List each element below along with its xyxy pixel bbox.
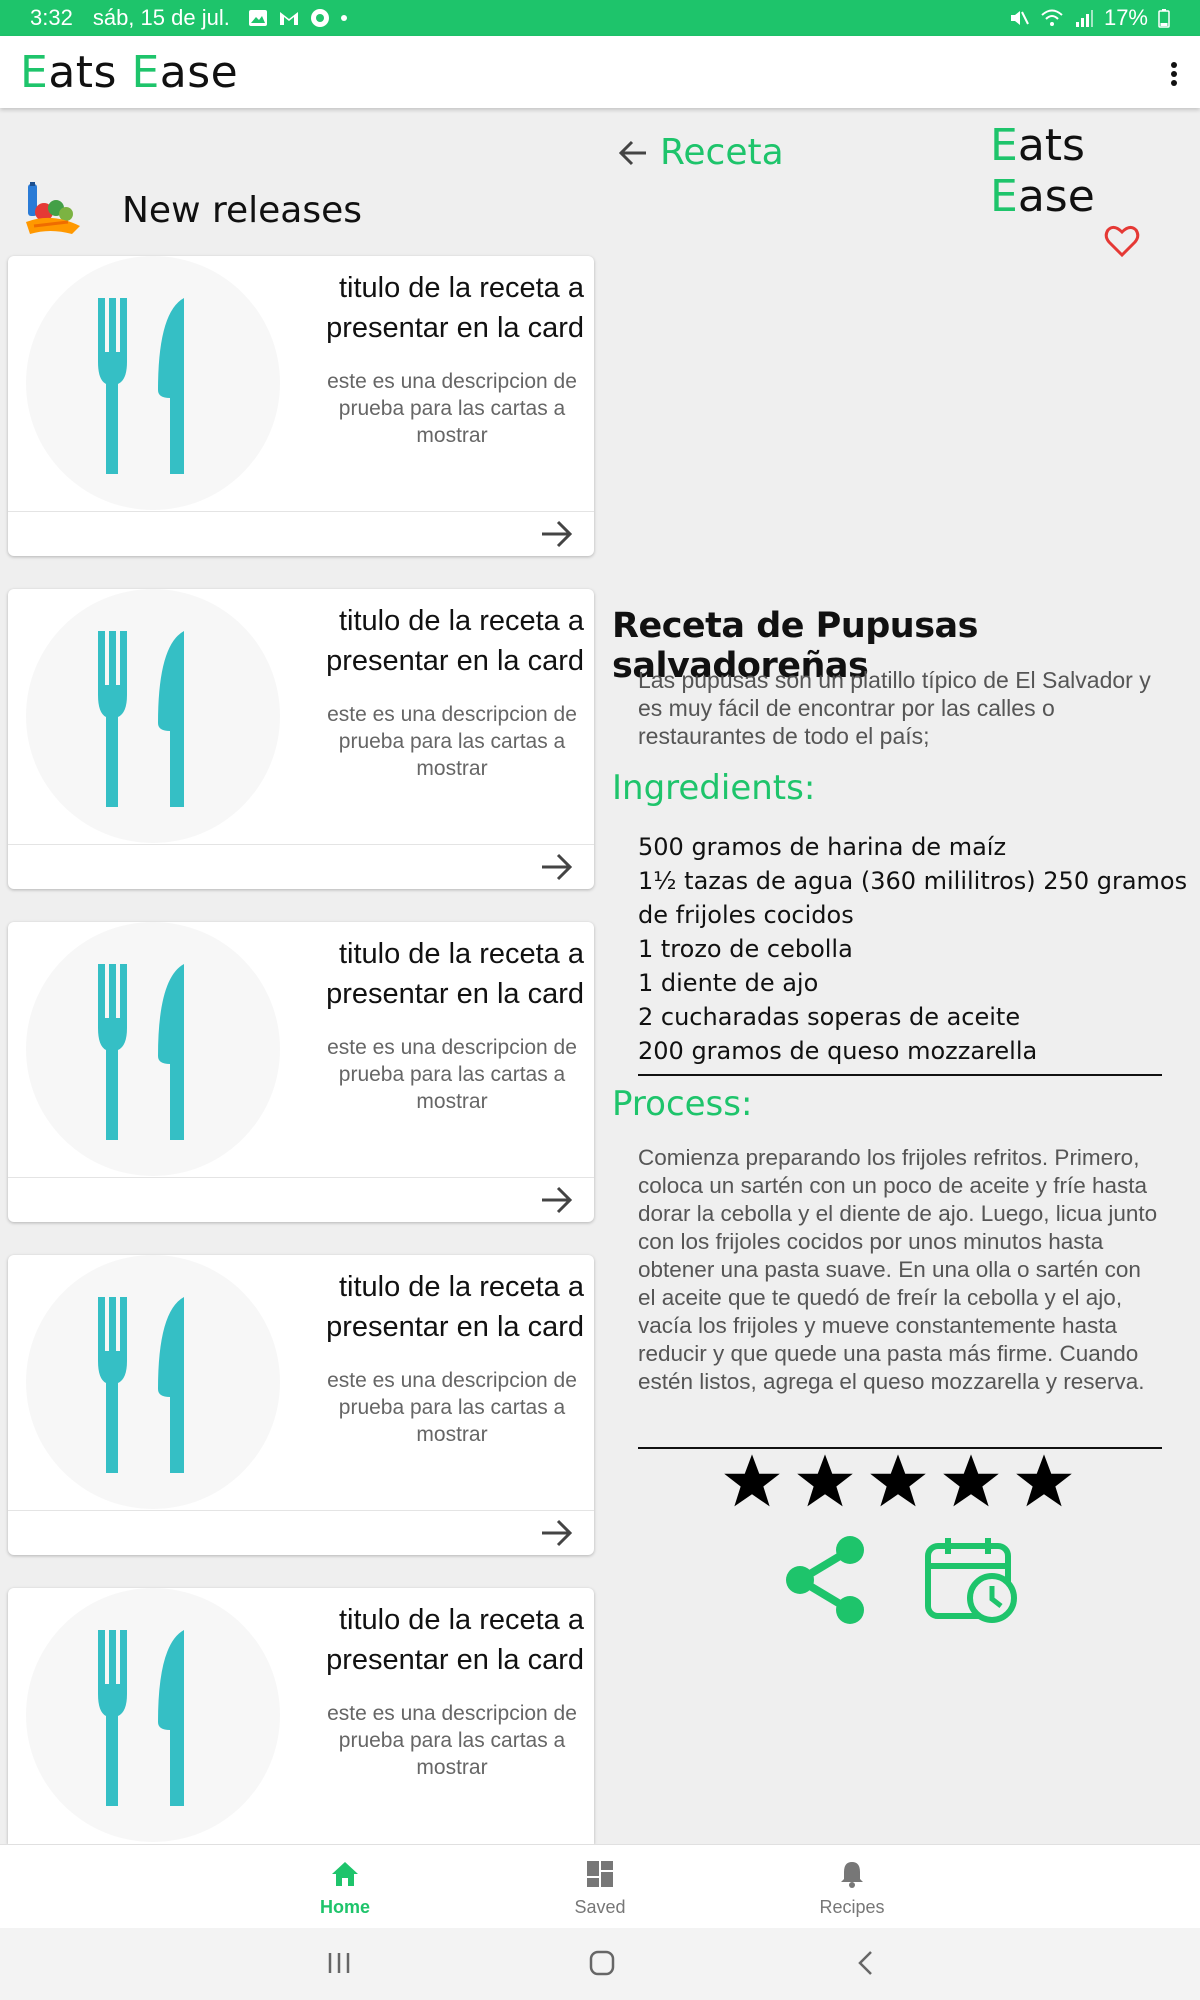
back-button[interactable]: Receta — [616, 132, 784, 173]
nav-recipes[interactable]: Recipes — [782, 1845, 922, 1929]
calendar-schedule-icon[interactable] — [924, 1536, 1020, 1624]
home-button-icon[interactable] — [589, 1950, 615, 1976]
chrome-icon — [310, 9, 329, 27]
star-icon[interactable] — [1014, 1452, 1074, 1510]
ingredients-heading: Ingredients: — [612, 768, 816, 808]
nav-saved-label[interactable]: Saved — [530, 1897, 670, 1918]
card-divider — [8, 844, 594, 845]
ingredient-item: 1½ tazas de agua (360 mililitros) 250 gr… — [638, 867, 1188, 895]
share-icon[interactable] — [782, 1534, 870, 1626]
dashboard-icon[interactable] — [585, 1859, 615, 1889]
system-navigation — [0, 1928, 1200, 2000]
ingredient-item: 500 gramos de harina de maíz — [638, 833, 1007, 861]
recent-apps-icon[interactable] — [326, 1950, 352, 1976]
cutlery-thumbnail — [26, 589, 280, 843]
cutlery-icon — [98, 1630, 184, 1806]
cutlery-icon — [98, 964, 184, 1140]
battery-icon — [1158, 9, 1170, 28]
card-title: titulo de la receta a presentar en la ca… — [326, 1271, 584, 1343]
process-text: Comienza preparando los frijoles refrito… — [638, 1145, 1158, 1394]
cutlery-thumbnail — [26, 1255, 280, 1509]
favorite-heart-icon[interactable] — [1104, 224, 1140, 258]
ingredients-divider — [638, 1074, 1162, 1076]
status-right: 17% — [1008, 5, 1170, 31]
app-bar: Eats Ease — [0, 36, 1200, 108]
nav-home-label[interactable]: Home — [275, 1897, 415, 1918]
ingredient-item: 1 diente de ajo — [638, 969, 819, 997]
wifi-icon — [1041, 9, 1063, 26]
cutlery-thumbnail — [26, 922, 280, 1176]
card-divider — [8, 1177, 594, 1178]
ingredient-item: de frijoles cocidos — [638, 901, 854, 929]
card-title: titulo de la receta a presentar en la ca… — [326, 1604, 584, 1676]
card-description: este es una descripcion de prueba para l… — [327, 370, 577, 447]
cutlery-icon — [98, 1297, 184, 1473]
star-icon[interactable] — [795, 1452, 855, 1510]
card-title: titulo de la receta a presentar en la ca… — [326, 938, 584, 1010]
cutlery-thumbnail — [26, 1588, 280, 1842]
notification-icons — [248, 8, 348, 28]
arrow-forward-icon[interactable] — [540, 852, 574, 882]
system-back-icon[interactable] — [855, 1950, 875, 1976]
status-date: sáb, 15 de jul. — [92, 5, 230, 30]
recipe-card[interactable]: titulo de la receta a presentar en la ca… — [8, 256, 594, 556]
status-bar: 3:32 sáb, 15 de jul. 17% — [0, 0, 1200, 36]
detail-logo: Eats Ease — [990, 120, 1095, 222]
groceries-icon — [26, 182, 80, 234]
ingredient-item: 2 cucharadas soperas de aceite — [638, 1003, 1021, 1031]
card-description: este es una descripcion de prueba para l… — [327, 1036, 577, 1113]
card-divider — [8, 1510, 594, 1511]
gallery-icon — [248, 10, 267, 26]
process-heading: Process: — [612, 1084, 753, 1124]
battery-percent: 17% — [1103, 5, 1148, 30]
bell-icon[interactable] — [837, 1859, 867, 1889]
star-icon[interactable] — [722, 1452, 782, 1510]
home-icon[interactable] — [330, 1859, 360, 1889]
recipe-card[interactable]: titulo de la receta a presentar en la ca… — [8, 922, 594, 1222]
mute-icon — [1010, 11, 1029, 25]
arrow-back-icon[interactable] — [616, 136, 650, 170]
arrow-forward-icon[interactable] — [540, 1518, 574, 1548]
star-icon[interactable] — [941, 1452, 1001, 1510]
ingredient-item: 200 gramos de queso mozzarella — [638, 1037, 1038, 1065]
nav-home[interactable]: Home — [275, 1845, 415, 1929]
ingredient-item: 1 trozo de cebolla — [638, 935, 853, 963]
cutlery-thumbnail — [26, 256, 280, 510]
back-label[interactable]: Receta — [660, 132, 784, 173]
bottom-navigation: Home Saved Recipes — [0, 1844, 1200, 1928]
process-divider — [638, 1447, 1162, 1449]
ingredients-list: 500 gramos de harina de maíz 1½ tazas de… — [638, 830, 1188, 1068]
cutlery-icon — [98, 631, 184, 807]
recipe-description: Las pupusas son un platillo típico de El… — [638, 667, 1151, 749]
new-releases-title: New releases — [122, 189, 362, 231]
card-divider — [8, 511, 594, 512]
recipe-card[interactable]: titulo de la receta a presentar en la ca… — [8, 1255, 594, 1555]
cutlery-icon — [98, 298, 184, 474]
star-icon[interactable] — [868, 1452, 928, 1510]
card-title: titulo de la receta a presentar en la ca… — [326, 605, 584, 677]
signal-icon — [1075, 10, 1093, 27]
recipe-card[interactable]: titulo de la receta a presentar en la ca… — [8, 589, 594, 889]
card-description: este es una descripcion de prueba para l… — [327, 703, 577, 780]
more-vert-icon[interactable] — [1170, 62, 1178, 86]
card-description: este es una descripcion de prueba para l… — [327, 1702, 577, 1779]
recipe-card[interactable]: titulo de la receta a presentar en la ca… — [8, 1588, 594, 1844]
arrow-forward-icon[interactable] — [540, 519, 574, 549]
new-releases-header: New releases — [22, 182, 362, 238]
arrow-forward-icon[interactable] — [540, 1185, 574, 1215]
nav-recipes-label[interactable]: Recipes — [782, 1897, 922, 1918]
card-description: este es una descripcion de prueba para l… — [327, 1369, 577, 1446]
rating-stars[interactable] — [722, 1452, 1074, 1510]
status-time: 3:32 — [30, 5, 73, 30]
nav-saved[interactable]: Saved — [530, 1845, 670, 1929]
gmail-icon — [279, 12, 298, 25]
card-title: titulo de la receta a presentar en la ca… — [326, 272, 584, 344]
app-logo: Eats Ease — [20, 46, 239, 98]
dot-icon — [340, 15, 347, 21]
